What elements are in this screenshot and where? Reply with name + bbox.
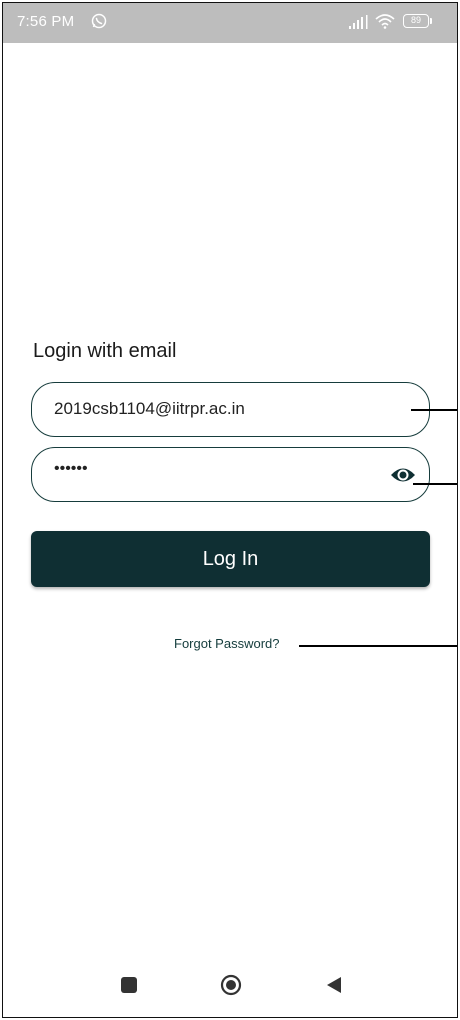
battery-level: 89 bbox=[403, 14, 429, 28]
forgot-password-link[interactable]: Forgot Password? bbox=[174, 636, 280, 651]
recents-square-icon[interactable] bbox=[121, 977, 137, 993]
phone-screen: 7:56 PM 89 Login with email 2019csb1104@… bbox=[2, 2, 458, 1018]
login-title: Login with email bbox=[33, 340, 177, 362]
status-bar: 7:56 PM 89 bbox=[3, 3, 457, 43]
back-triangle-icon[interactable] bbox=[326, 976, 342, 994]
email-field[interactable]: 2019csb1104@iitrpr.ac.in bbox=[31, 382, 430, 437]
wifi-icon bbox=[375, 14, 395, 29]
whatsapp-icon bbox=[91, 13, 107, 29]
status-time: 7:56 PM bbox=[17, 13, 75, 30]
signal-icon bbox=[349, 15, 368, 29]
annotation-line bbox=[299, 645, 457, 647]
password-field[interactable]: •••••• bbox=[31, 447, 430, 502]
email-value: 2019csb1104@iitrpr.ac.in bbox=[54, 399, 245, 418]
annotation-line bbox=[411, 409, 457, 411]
login-button[interactable]: Log In bbox=[31, 531, 430, 587]
annotation-line bbox=[413, 483, 457, 485]
password-value: •••••• bbox=[54, 460, 88, 477]
battery-icon: 89 bbox=[403, 14, 433, 28]
home-circle-icon[interactable] bbox=[220, 974, 242, 996]
